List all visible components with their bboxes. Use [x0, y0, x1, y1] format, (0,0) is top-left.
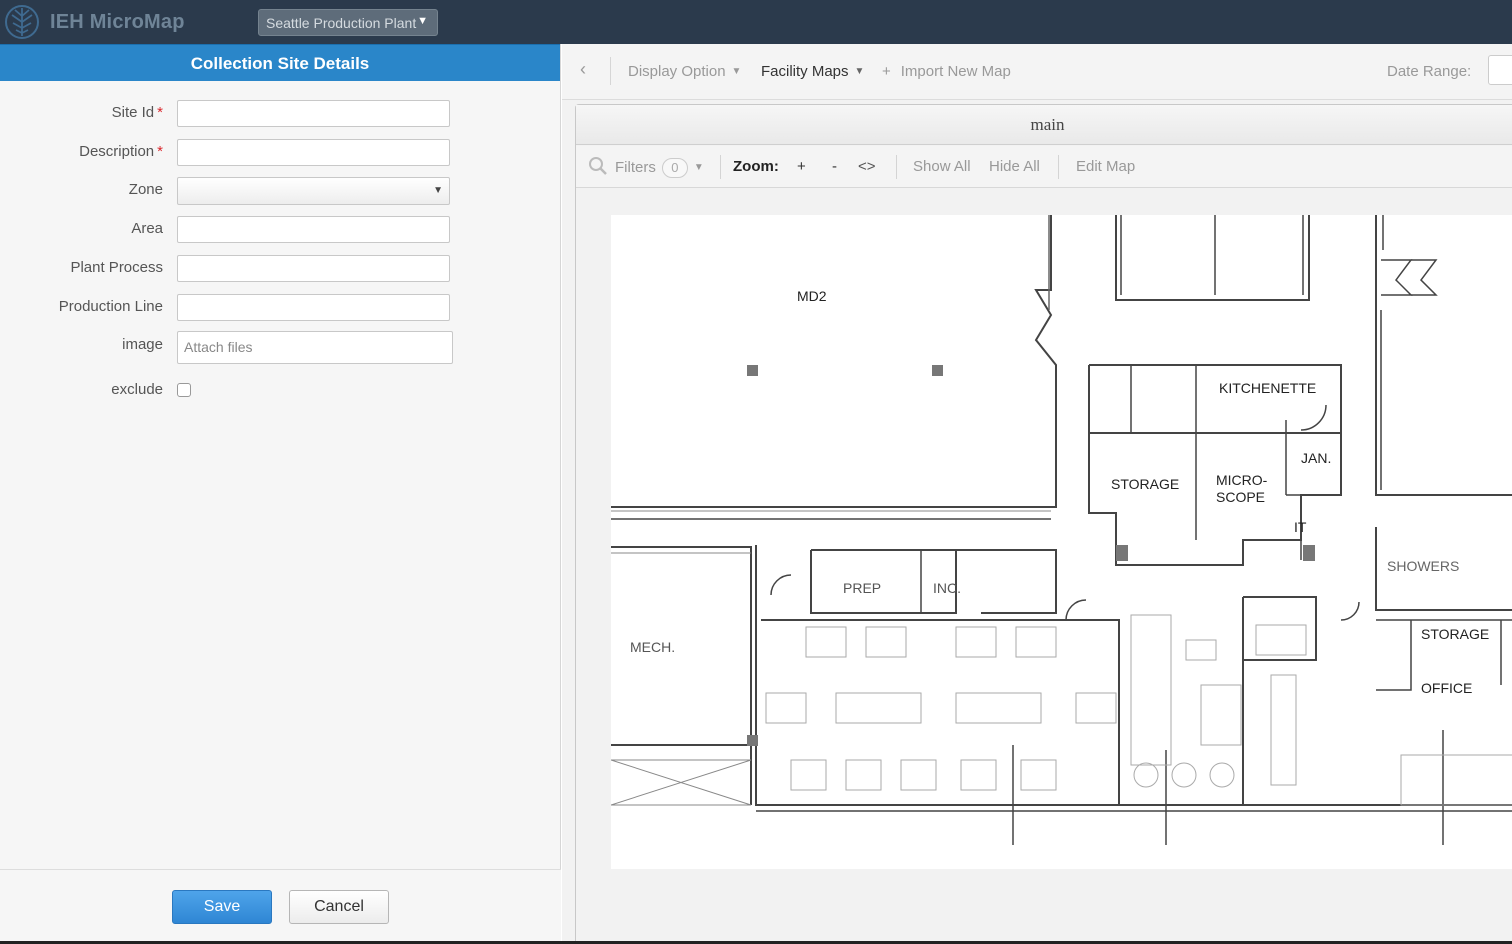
collection-site-panel: Collection Site Details Site Id * Descrip…	[0, 44, 561, 941]
floor-plan: MD2 KITCHENETTE JAN. STORAGE MICRO- SCOP…	[611, 215, 1512, 845]
plant-process-label: Plant Process	[70, 259, 163, 276]
site-id-row: Site Id *	[0, 99, 561, 127]
plus-icon: +	[882, 63, 891, 80]
room-label-microscope-2: SCOPE	[1216, 489, 1265, 505]
room-label-kitchenette: KITCHENETTE	[1219, 380, 1316, 396]
caret-down-icon: ▼	[731, 66, 742, 77]
site-id-input[interactable]	[177, 100, 450, 127]
zoom-label: Zoom:	[733, 158, 779, 175]
room-label-office: OFFICE	[1421, 680, 1472, 696]
app-name: IEH MicroMap	[50, 10, 185, 33]
main-toolbar: ‹ Display Option ▼ Facility Maps ▼ + Import…	[562, 44, 1512, 100]
area-input[interactable]	[177, 216, 450, 243]
exclude-row: exclude	[0, 376, 561, 404]
zoom-in-button[interactable]: +	[797, 158, 806, 175]
map-title: main	[576, 105, 1512, 145]
room-label-inc: INC.	[933, 580, 961, 596]
cancel-button[interactable]: Cancel	[289, 890, 389, 924]
facility-maps-menu[interactable]: Facility Maps ▼	[761, 63, 864, 80]
show-all-button[interactable]: Show All	[913, 158, 971, 175]
room-label-storage: STORAGE	[1111, 476, 1179, 492]
save-button[interactable]: Save	[172, 890, 272, 924]
production-line-row: Production Line	[0, 293, 561, 321]
back-arrow-icon[interactable]: ‹	[580, 59, 586, 80]
room-label-storage-2: STORAGE	[1421, 626, 1489, 642]
tree-globe-icon	[5, 5, 39, 39]
import-new-map-button[interactable]: + Import New Map	[882, 63, 1011, 80]
search-icon	[588, 156, 608, 180]
map-window: main Filters 0 ▼ Zoom: + - <> Show All Hid…	[575, 104, 1512, 944]
caret-down-icon: ▼	[854, 66, 865, 77]
hide-all-button[interactable]: Hide All	[989, 158, 1040, 175]
toolbar-divider	[896, 155, 897, 179]
toolbar-divider	[610, 57, 611, 85]
floor-plan-canvas[interactable]: MD2 KITCHENETTE JAN. STORAGE MICRO- SCOP…	[611, 215, 1512, 869]
plant-selector[interactable]: Seattle Production Plant ▼	[258, 9, 438, 36]
room-label-md2: MD2	[797, 288, 827, 304]
panel-footer: Save Cancel	[0, 869, 561, 941]
map-toolbar: Filters 0 ▼ Zoom: + - <> Show All Hide All…	[576, 146, 1512, 188]
display-option-menu[interactable]: Display Option ▼	[628, 63, 741, 80]
caret-down-icon: ▼	[433, 185, 443, 196]
date-range-input[interactable]	[1488, 55, 1512, 85]
room-label-mech: MECH.	[630, 639, 675, 655]
map-area: ‹ Display Option ▼ Facility Maps ▼ + Import…	[562, 44, 1512, 944]
production-line-input[interactable]	[177, 294, 450, 321]
panel-title: Collection Site Details	[0, 44, 560, 81]
plant-selector-value: Seattle Production Plant	[266, 14, 417, 31]
top-bar: IEH MicroMap Seattle Production Plant ▼	[0, 0, 1512, 44]
production-line-label: Production Line	[58, 298, 163, 315]
description-row: Description *	[0, 138, 561, 166]
room-label-microscope-1: MICRO-	[1216, 472, 1268, 488]
exclude-label: exclude	[111, 381, 163, 398]
toolbar-divider	[1058, 155, 1059, 179]
room-label-jan: JAN.	[1301, 450, 1331, 466]
brand-logo[interactable]: IEH MicroMap	[4, 4, 185, 40]
area-label: Area	[131, 220, 163, 237]
description-input[interactable]	[177, 139, 450, 166]
plant-process-input[interactable]	[177, 255, 450, 282]
filters-button[interactable]: Filters 0 ▼	[615, 158, 704, 178]
exclude-checkbox[interactable]	[177, 383, 191, 397]
zone-select[interactable]: ▼	[177, 177, 450, 205]
room-label-it: IT	[1294, 519, 1307, 535]
filters-count-badge: 0	[661, 158, 688, 178]
required-mark: *	[157, 143, 163, 160]
image-label: image	[122, 336, 163, 353]
site-id-label: Site Id *	[111, 104, 163, 121]
plant-process-row: Plant Process	[0, 254, 561, 282]
zone-row: Zone ▼	[0, 176, 561, 205]
zone-label: Zone	[128, 181, 163, 198]
area-row: Area	[0, 215, 561, 243]
pan-button[interactable]: <>	[858, 158, 876, 175]
date-range-label: Date Range:	[1387, 63, 1472, 80]
edit-map-button[interactable]: Edit Map	[1076, 158, 1135, 175]
image-row: image Attach files	[0, 331, 561, 365]
room-label-prep: PREP	[843, 580, 881, 596]
required-mark: *	[157, 104, 163, 121]
toolbar-divider	[720, 155, 721, 179]
room-label-showers: SHOWERS	[1387, 558, 1459, 574]
attach-files-field[interactable]: Attach files	[177, 331, 453, 364]
description-label: Description *	[79, 143, 163, 160]
caret-down-icon: ▼	[417, 15, 428, 27]
caret-down-icon: ▼	[693, 162, 704, 173]
zoom-out-button[interactable]: -	[832, 158, 837, 175]
